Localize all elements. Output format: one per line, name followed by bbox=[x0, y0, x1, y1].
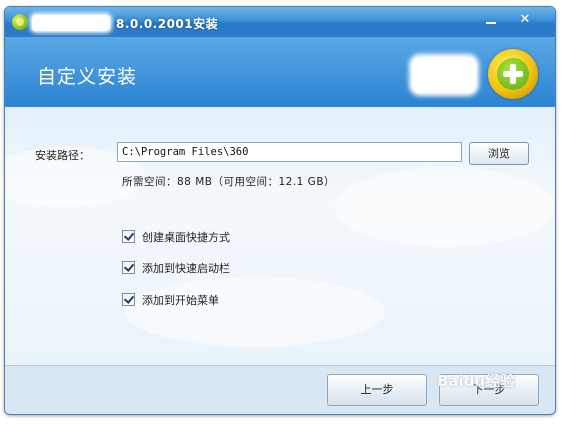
plus-icon-vertical bbox=[510, 64, 516, 84]
page-title: 自定义安装 bbox=[37, 66, 138, 88]
minimize-button[interactable] bbox=[477, 11, 505, 29]
window-title: 8.0.0.2001安装 bbox=[116, 17, 219, 31]
option-label: 添加到开始菜单 bbox=[142, 294, 219, 307]
close-icon: ✕ bbox=[519, 12, 531, 27]
close-button[interactable]: ✕ bbox=[511, 11, 539, 29]
install-path-input[interactable] bbox=[117, 142, 462, 162]
browse-button[interactable]: 浏览 bbox=[469, 142, 529, 165]
option-label: 添加到快速启动栏 bbox=[142, 262, 230, 275]
background-cloud bbox=[125, 277, 385, 347]
content-area: 安装路径： 浏览 所需空间：88 MB（可用空间：12.1 GB） 创建桌面快捷… bbox=[5, 107, 555, 365]
minimize-icon bbox=[486, 22, 496, 24]
checkbox-checked-icon[interactable] bbox=[122, 293, 135, 306]
redacted-title-area bbox=[32, 15, 110, 31]
logo-center bbox=[497, 58, 529, 90]
redacted-logo-text bbox=[412, 57, 476, 93]
360-plus-logo-icon bbox=[488, 49, 538, 99]
checkbox-checked-icon[interactable] bbox=[122, 261, 135, 274]
previous-step-button[interactable]: 上一步 bbox=[327, 374, 427, 406]
app-icon bbox=[12, 14, 28, 30]
background-cloud bbox=[335, 167, 555, 247]
install-path-label: 安装路径： bbox=[35, 149, 90, 162]
option-label: 创建桌面快捷方式 bbox=[142, 231, 230, 244]
title-bar[interactable]: 8.0.0.2001安装 ✕ bbox=[5, 7, 555, 37]
disk-space-info: 所需空间：88 MB（可用空间：12.1 GB） bbox=[122, 176, 336, 188]
checkbox-checked-icon[interactable] bbox=[122, 230, 135, 243]
baidu-watermark: Baidu经验 bbox=[437, 372, 516, 390]
header-banner: 自定义安装 bbox=[5, 37, 555, 107]
installer-window: 8.0.0.2001安装 ✕ 自定义安装 安装路径： 浏览 所需空间：88 MB… bbox=[4, 6, 556, 415]
